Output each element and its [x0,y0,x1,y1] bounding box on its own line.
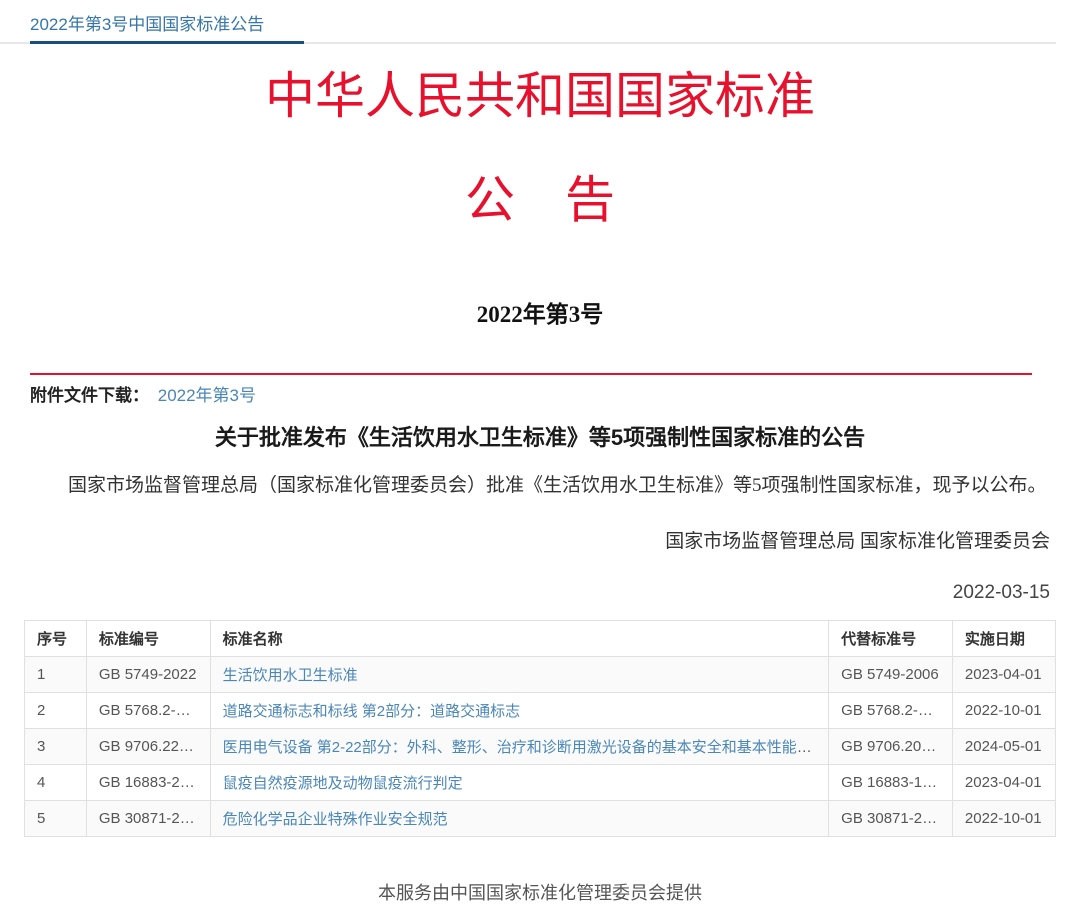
cell-replaces: GB 5749-2006 [829,656,953,692]
table-row: 5 GB 30871-2022 危险化学品企业特殊作业安全规范 GB 30871… [25,800,1056,836]
attachment-row: 附件文件下载： 2022年第3号 [30,384,1050,408]
standards-table: 序号 标准编号 标准名称 代替标准号 实施日期 1 GB 5749-2022 生… [24,620,1056,837]
cell-name: 生活饮用水卫生标准 [210,656,829,692]
col-header-effective: 实施日期 [952,620,1055,656]
cell-code: GB 30871-2022 [86,800,210,836]
col-header-name: 标准名称 [210,620,829,656]
masthead-subtitle: 公 告 [0,175,1080,225]
cell-name: 危险化学品企业特殊作业安全规范 [210,800,829,836]
table-header-row: 序号 标准编号 标准名称 代替标准号 实施日期 [25,620,1056,656]
table-row: 2 GB 5768.2-2022 道路交通标志和标线 第2部分：道路交通标志 G… [25,692,1056,728]
cell-replaces: GB 5768.2-2009 [829,692,953,728]
attachment-download-link[interactable]: 2022年第3号 [158,386,256,405]
standard-name-link[interactable]: 医用电气设备 第2-22部分：外科、整形、治疗和诊断用激光设备的基本安全和基本性… [223,739,829,756]
tab-bar: 2022年第3号中国国家标准公告 [0,8,1056,44]
cell-name: 道路交通标志和标线 第2部分：道路交通标志 [210,692,829,728]
cell-code: GB 5749-2022 [86,656,210,692]
standard-name-link[interactable]: 鼠疫自然疫源地及动物鼠疫流行判定 [223,775,463,792]
cell-effective: 2022-10-01 [952,692,1055,728]
table-row: 1 GB 5749-2022 生活饮用水卫生标准 GB 5749-2006 20… [25,656,1056,692]
cell-effective: 2024-05-01 [952,728,1055,764]
tab-announcement[interactable]: 2022年第3号中国国家标准公告 [30,8,304,44]
cell-replaces: GB 9706.20-2000 [829,728,953,764]
page: 2022年第3号中国国家标准公告 中华人民共和国国家标准 公 告 2022年第3… [0,8,1080,905]
col-header-no: 序号 [25,620,87,656]
tab-label: 2022年第3号中国国家标准公告 [30,15,264,34]
cell-no: 3 [25,728,87,764]
cell-replaces: GB 30871-2014 [829,800,953,836]
announcement-heading: 关于批准发布《生活饮用水卫生标准》等5项强制性国家标准的公告 [30,423,1050,453]
col-header-replaces: 代替标准号 [829,620,953,656]
cell-replaces: GB 16883-1997 [829,764,953,800]
cell-name: 医用电气设备 第2-22部分：外科、整形、治疗和诊断用激光设备的基本安全和基本性… [210,728,829,764]
col-header-code: 标准编号 [86,620,210,656]
standard-name-link[interactable]: 道路交通标志和标线 第2部分：道路交通标志 [223,703,521,720]
footer-note: 本服务由中国国家标准化管理委员会提供 [0,879,1080,905]
cell-effective: 2022-10-01 [952,800,1055,836]
cell-no: 1 [25,656,87,692]
table-row: 3 GB 9706.222-2022 医用电气设备 第2-22部分：外科、整形、… [25,728,1056,764]
cell-no: 4 [25,764,87,800]
cell-code: GB 5768.2-2022 [86,692,210,728]
issuer-signature: 国家市场监督管理总局 国家标准化管理委员会 [30,526,1050,553]
announcement-body: 国家市场监督管理总局（国家标准化管理委员会）批准《生活饮用水卫生标准》等5项强制… [30,472,1050,500]
cell-effective: 2023-04-01 [952,764,1055,800]
cell-no: 2 [25,692,87,728]
issue-number: 2022年第3号 [0,295,1080,329]
standard-name-link[interactable]: 危险化学品企业特殊作业安全规范 [223,811,448,828]
cell-code: GB 9706.222-2022 [86,728,210,764]
attachment-label: 附件文件下载： [30,386,149,405]
cell-code: GB 16883-2022 [86,764,210,800]
masthead-title: 中华人民共和国国家标准 [0,70,1080,123]
announcement-date: 2022-03-15 [30,582,1050,604]
table-row: 4 GB 16883-2022 鼠疫自然疫源地及动物鼠疫流行判定 GB 1688… [25,764,1056,800]
cell-effective: 2023-04-01 [952,656,1055,692]
red-divider [30,373,1032,375]
standard-name-link[interactable]: 生活饮用水卫生标准 [223,667,358,684]
cell-name: 鼠疫自然疫源地及动物鼠疫流行判定 [210,764,829,800]
cell-no: 5 [25,800,87,836]
